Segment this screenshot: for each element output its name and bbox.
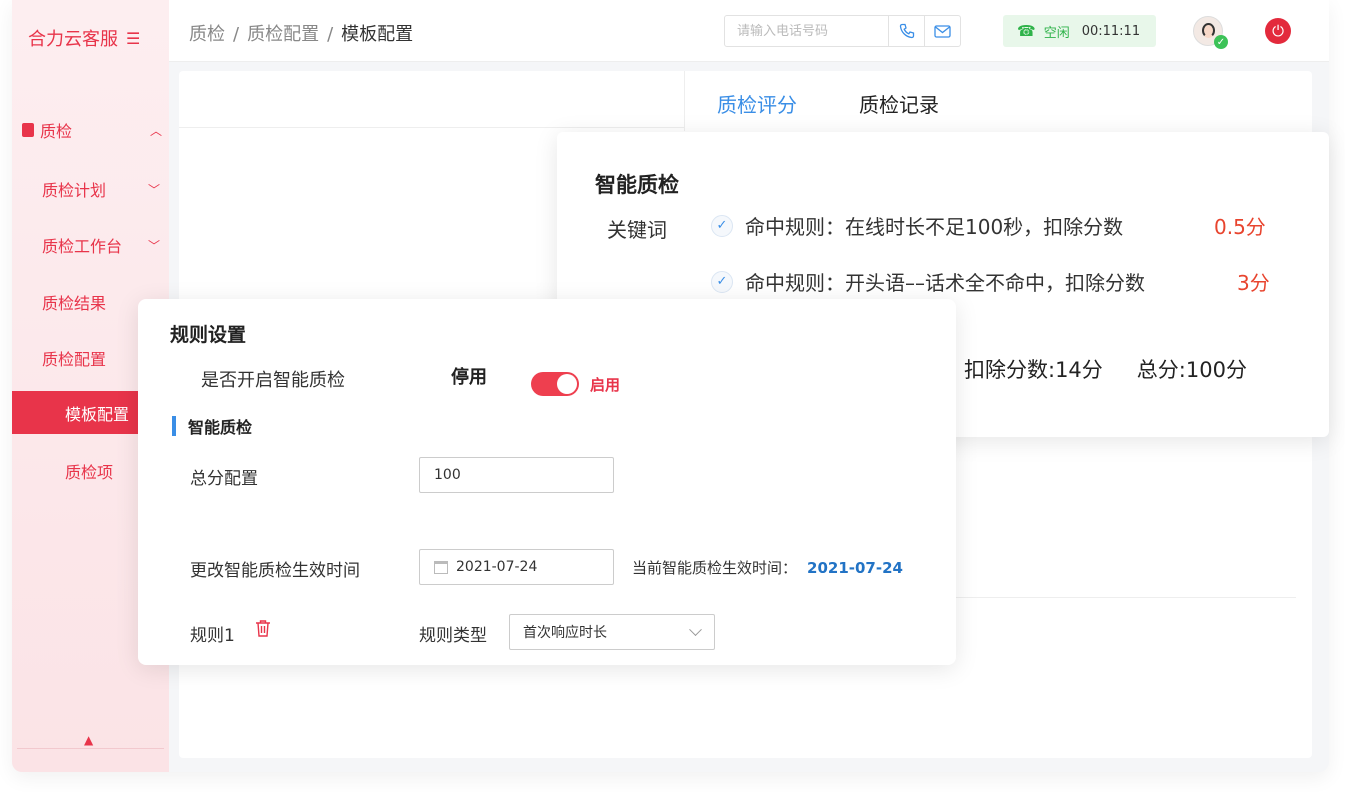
- chevron-up-icon: ︿: [149, 123, 162, 138]
- toggle-on-label: 启用: [590, 376, 621, 394]
- avatar-face: [1202, 23, 1215, 38]
- sidebar-item-qc-items[interactable]: 质检项: [65, 459, 113, 483]
- sidebar-item-label: 质检结果: [42, 294, 107, 313]
- section-marker: [172, 416, 176, 436]
- phone-input[interactable]: [725, 16, 888, 46]
- online-check-icon: ✓: [1214, 35, 1228, 49]
- rule-text: 命中规则：开头语––话术全不命中，扣除分数: [745, 271, 1145, 295]
- agent-status[interactable]: ☎ 空闲 00:11:11: [1003, 15, 1156, 47]
- card-title: 规则设置: [170, 324, 247, 346]
- top-header: 质检 / 质检配置 / 模板配置 ☎ 空闲 00:11:11 ✓ ⏻: [169, 0, 1329, 62]
- tab-qc-score[interactable]: 质检评分: [717, 89, 797, 118]
- breadcrumb: 质检 / 质检配置 / 模板配置: [189, 20, 413, 46]
- sidebar-item-plan[interactable]: 质检计划 ﹀: [42, 177, 160, 201]
- rule-hit-line: ✓ 命中规则：在线时长不足100秒，扣除分数: [711, 211, 1123, 240]
- tab-qc-records[interactable]: 质检记录: [859, 89, 939, 118]
- total-score-value: 100: [434, 467, 461, 483]
- current-time-value: 2021-07-24: [807, 559, 903, 577]
- sidebar-item-label: 质检配置: [42, 350, 107, 369]
- brand-name: 合力云客服: [28, 29, 118, 50]
- call-button[interactable]: [888, 16, 924, 46]
- current-time-label: 当前智能质检生效时间：: [632, 559, 798, 577]
- rule-category: 关键词: [607, 218, 667, 242]
- total-score-input[interactable]: 100: [419, 457, 614, 493]
- effective-date-picker[interactable]: 2021-07-24: [419, 549, 614, 585]
- effective-date-label: 更改智能质检生效时间: [190, 561, 360, 581]
- sidebar-item-template-config[interactable]: 模板配置: [12, 391, 140, 434]
- power-button[interactable]: ⏻: [1265, 18, 1291, 44]
- rule-score: 3分: [1237, 271, 1270, 295]
- chevron-down-icon: ﹀: [147, 238, 160, 253]
- message-button[interactable]: [924, 16, 960, 46]
- status-timer: 00:11:11: [1081, 23, 1141, 39]
- card-title: 智能质检: [595, 173, 679, 197]
- toggle-knob: [557, 374, 577, 394]
- breadcrumb-separator: /: [233, 24, 240, 45]
- status-label: 空闲: [1043, 25, 1070, 41]
- section-title: 智能质检: [188, 418, 253, 437]
- qc-icon: [22, 123, 34, 137]
- sidebar-item-workbench[interactable]: 质检工作台 ﹀: [42, 233, 160, 257]
- menu-toggle-icon[interactable]: ☰: [126, 29, 140, 48]
- total-score-label: 总分配置: [190, 469, 258, 489]
- breadcrumb-item[interactable]: 质检: [189, 24, 225, 45]
- phone-icon: [899, 23, 914, 39]
- rule-name: 规则1: [190, 626, 235, 646]
- trash-icon: [256, 620, 270, 637]
- sidebar-item-label: 质检工作台: [42, 237, 123, 256]
- sidebar-group-qc[interactable]: 质检 ︿: [22, 118, 162, 142]
- breadcrumb-separator: /: [327, 24, 334, 45]
- brand-logo[interactable]: 合力云客服 ☰: [28, 25, 140, 51]
- total-score: 总分:100分: [1136, 358, 1247, 382]
- check-icon: ✓: [711, 214, 733, 237]
- enable-question: 是否开启智能质检: [201, 370, 345, 391]
- current-effective-time: 当前智能质检生效时间： 2021-07-24: [632, 557, 903, 578]
- breadcrumb-item[interactable]: 质检配置: [247, 24, 319, 45]
- enable-toggle[interactable]: [531, 372, 579, 396]
- delete-rule-button[interactable]: [255, 619, 271, 642]
- mail-icon: [934, 24, 951, 38]
- telephone-icon: ☎: [1017, 22, 1036, 40]
- deducted-score: 扣除分数:14分: [964, 358, 1103, 382]
- chevron-down-icon: ﹀: [147, 182, 160, 197]
- rule-type-label: 规则类型: [419, 626, 487, 646]
- panel-divider: [684, 71, 685, 131]
- score-summary: 扣除分数:14分 总分:100分: [964, 354, 1247, 384]
- rule-settings-card: 规则设置 是否开启智能质检 停用 启用 智能质检 总分配置 100 更改智能质检…: [138, 299, 956, 665]
- check-icon: ✓: [711, 270, 733, 293]
- rule-hit-line: ✓ 命中规则：开头语––话术全不命中，扣除分数: [711, 267, 1145, 296]
- avatar[interactable]: ✓: [1193, 16, 1228, 49]
- left-panel-header: [179, 71, 684, 128]
- rule-text: 命中规则：在线时长不足100秒，扣除分数: [745, 215, 1124, 239]
- rule-type-value: 首次响应时长: [523, 625, 607, 641]
- sidebar-item-label: 质检计划: [42, 181, 107, 200]
- chevron-down-icon: [689, 622, 702, 636]
- collapse-icon[interactable]: ▲: [84, 733, 93, 747]
- power-icon: ⏻: [1272, 22, 1284, 40]
- sidebar-divider: [17, 748, 164, 749]
- dial-box: [724, 15, 961, 47]
- breadcrumb-current: 模板配置: [341, 24, 414, 45]
- section-header: 智能质检: [172, 414, 252, 438]
- toggle-off-label: 停用: [451, 367, 487, 388]
- rule-score: 0.5分: [1214, 215, 1266, 239]
- rule-type-select[interactable]: 首次响应时长: [509, 614, 715, 650]
- calendar-icon: [434, 560, 448, 574]
- tab-bar: 质检评分 质检记录: [717, 89, 939, 118]
- sidebar-group-label: 质检: [40, 122, 73, 141]
- content-divider: [956, 597, 1296, 598]
- effective-date-value: 2021-07-24: [456, 559, 538, 575]
